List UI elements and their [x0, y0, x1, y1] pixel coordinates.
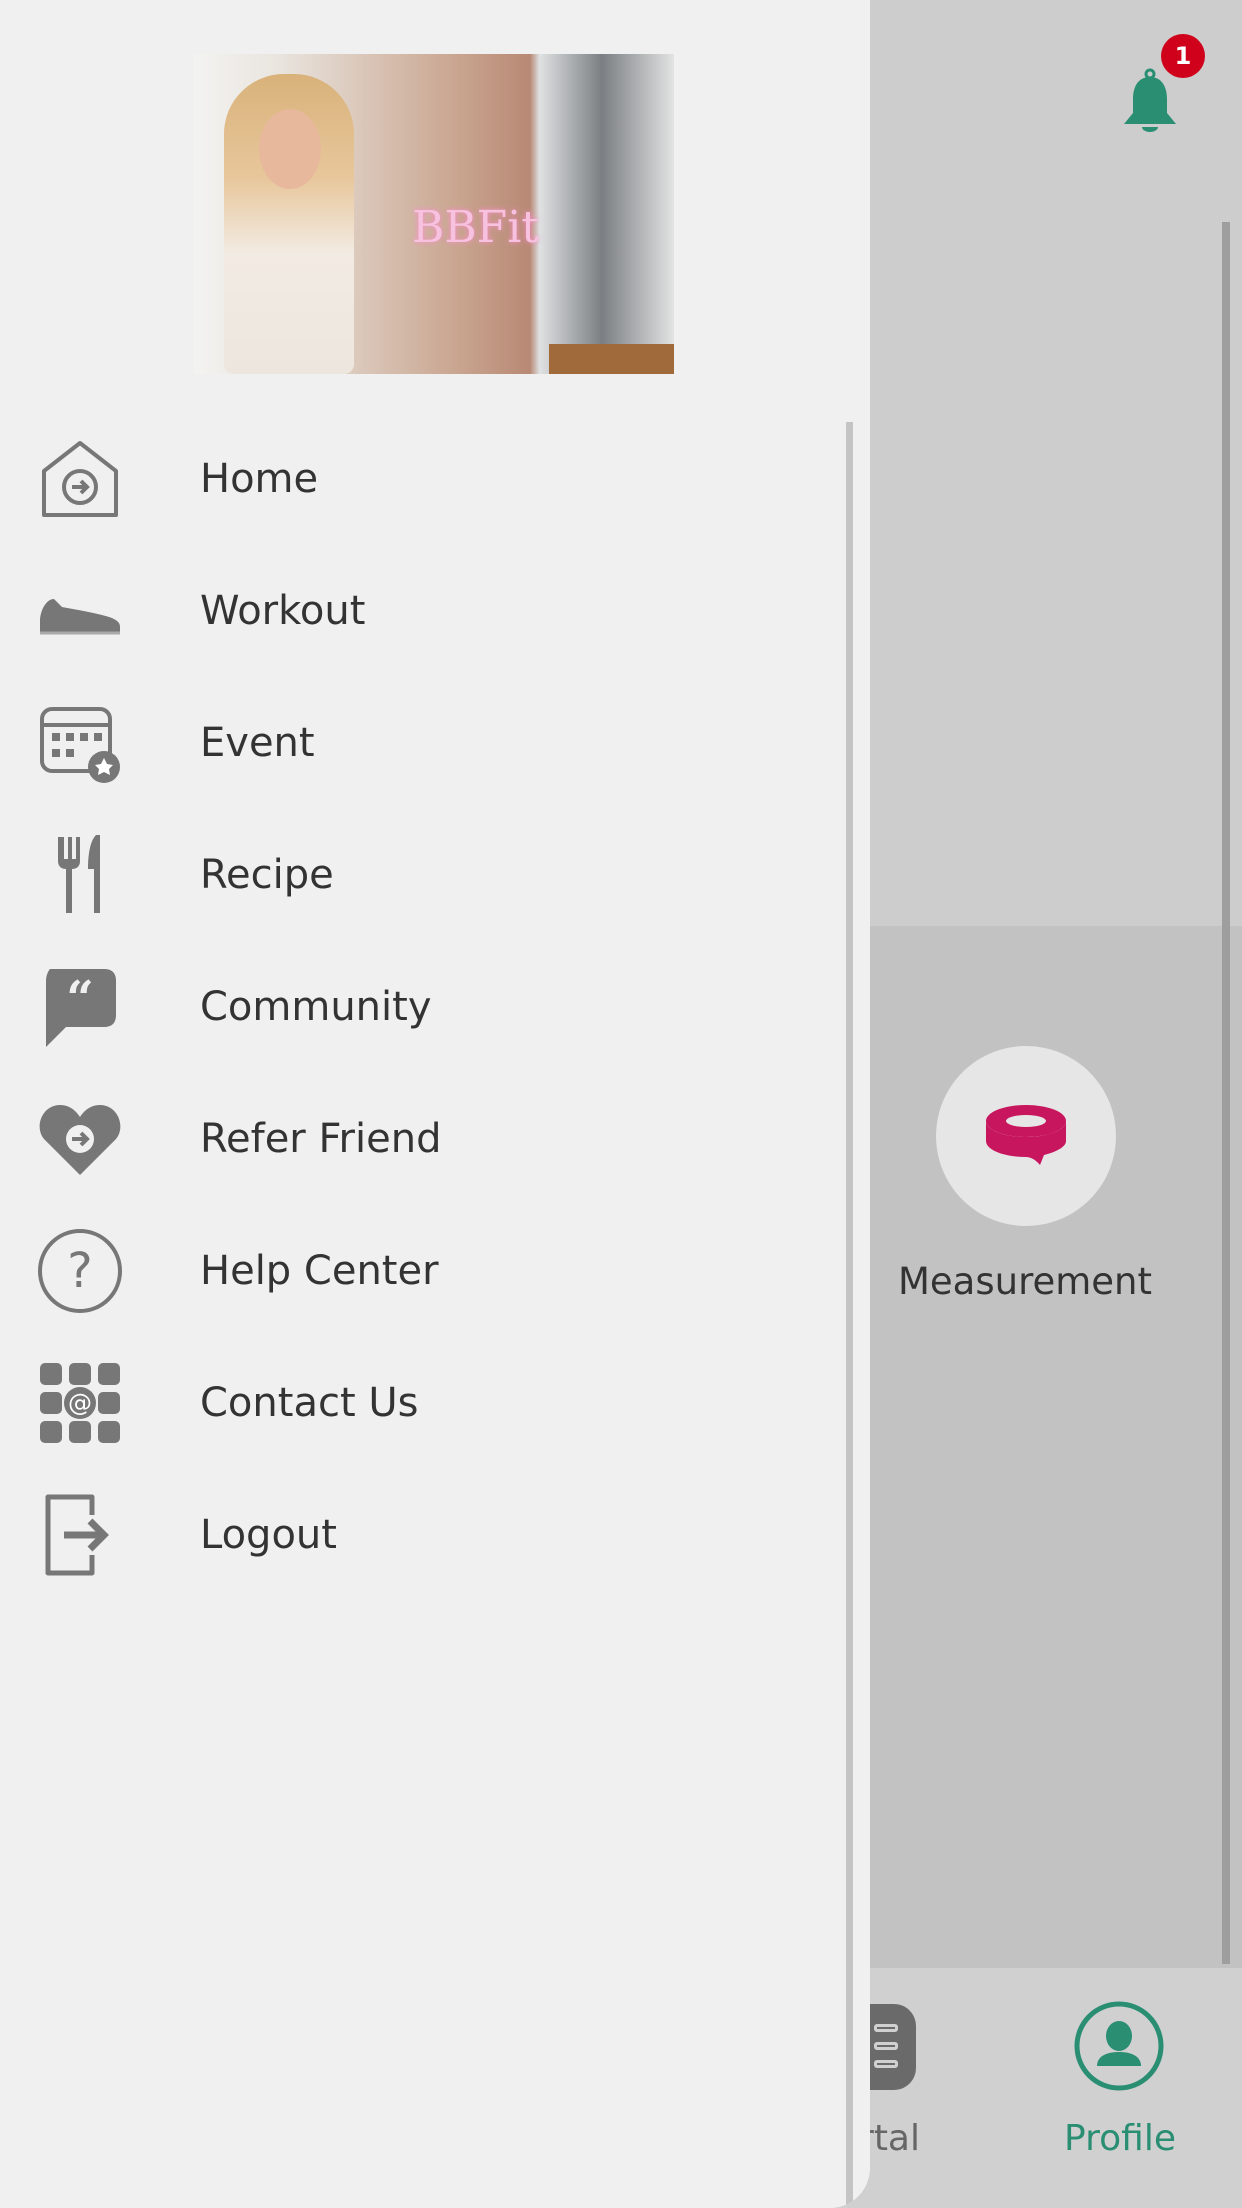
- measuring-tape-icon: [986, 1105, 1066, 1165]
- menu-label: Recipe: [200, 852, 334, 898]
- menu-item-contact-us[interactable]: @ Contact Us: [0, 1337, 840, 1469]
- calendar-icon: [36, 699, 124, 787]
- question-icon: ?: [36, 1227, 124, 1315]
- menu-item-workout[interactable]: Workout: [0, 545, 840, 677]
- svg-text:“: “: [66, 971, 94, 1027]
- profile-photo: BBFit: [194, 54, 674, 374]
- logout-icon: [36, 1491, 124, 1579]
- menu-item-logout[interactable]: Logout: [0, 1469, 840, 1601]
- menu-label: Home: [200, 456, 319, 502]
- menu-item-community[interactable]: “ Community: [0, 941, 840, 1073]
- menu-label: Community: [200, 984, 432, 1030]
- navigation-drawer: BBFit Home Workout Event Recipe “ Communi…: [0, 0, 870, 2208]
- menu-item-recipe[interactable]: Recipe: [0, 809, 840, 941]
- heart-arrow-icon: [36, 1095, 124, 1183]
- measurement-label: Measurement: [897, 1260, 1152, 1303]
- menu-label: Help Center: [200, 1248, 439, 1294]
- menu-label: Logout: [200, 1512, 337, 1558]
- scrollbar[interactable]: [1222, 222, 1230, 1964]
- drawer-menu: Home Workout Event Recipe “ Community Ref…: [0, 413, 840, 1601]
- menu-label: Event: [200, 720, 315, 766]
- quote-bubble-icon: “: [36, 963, 124, 1051]
- menu-label: Workout: [200, 588, 366, 634]
- measurement-button[interactable]: [936, 1046, 1116, 1226]
- nav-label-profile[interactable]: Profile: [1040, 2118, 1200, 2159]
- menu-label: Contact Us: [200, 1380, 419, 1426]
- menu-item-event[interactable]: Event: [0, 677, 840, 809]
- menu-item-help-center[interactable]: ? Help Center: [0, 1205, 840, 1337]
- profile-icon[interactable]: [1073, 2000, 1165, 2092]
- menu-label: Refer Friend: [200, 1116, 442, 1162]
- at-icon: @: [36, 1359, 124, 1447]
- fork-knife-icon: [36, 831, 124, 919]
- bell-icon[interactable]: [1118, 66, 1182, 146]
- home-icon: [36, 435, 124, 523]
- neon-sign: BBFit: [412, 202, 539, 253]
- menu-item-refer-friend[interactable]: Refer Friend: [0, 1073, 840, 1205]
- menu-item-home[interactable]: Home: [0, 413, 840, 545]
- sneaker-icon: [36, 567, 124, 655]
- drawer-scrollbar[interactable]: [846, 422, 853, 2208]
- notification-badge: 1: [1161, 34, 1205, 78]
- svg-text:?: ?: [67, 1243, 92, 1299]
- svg-text:@: @: [68, 1389, 92, 1417]
